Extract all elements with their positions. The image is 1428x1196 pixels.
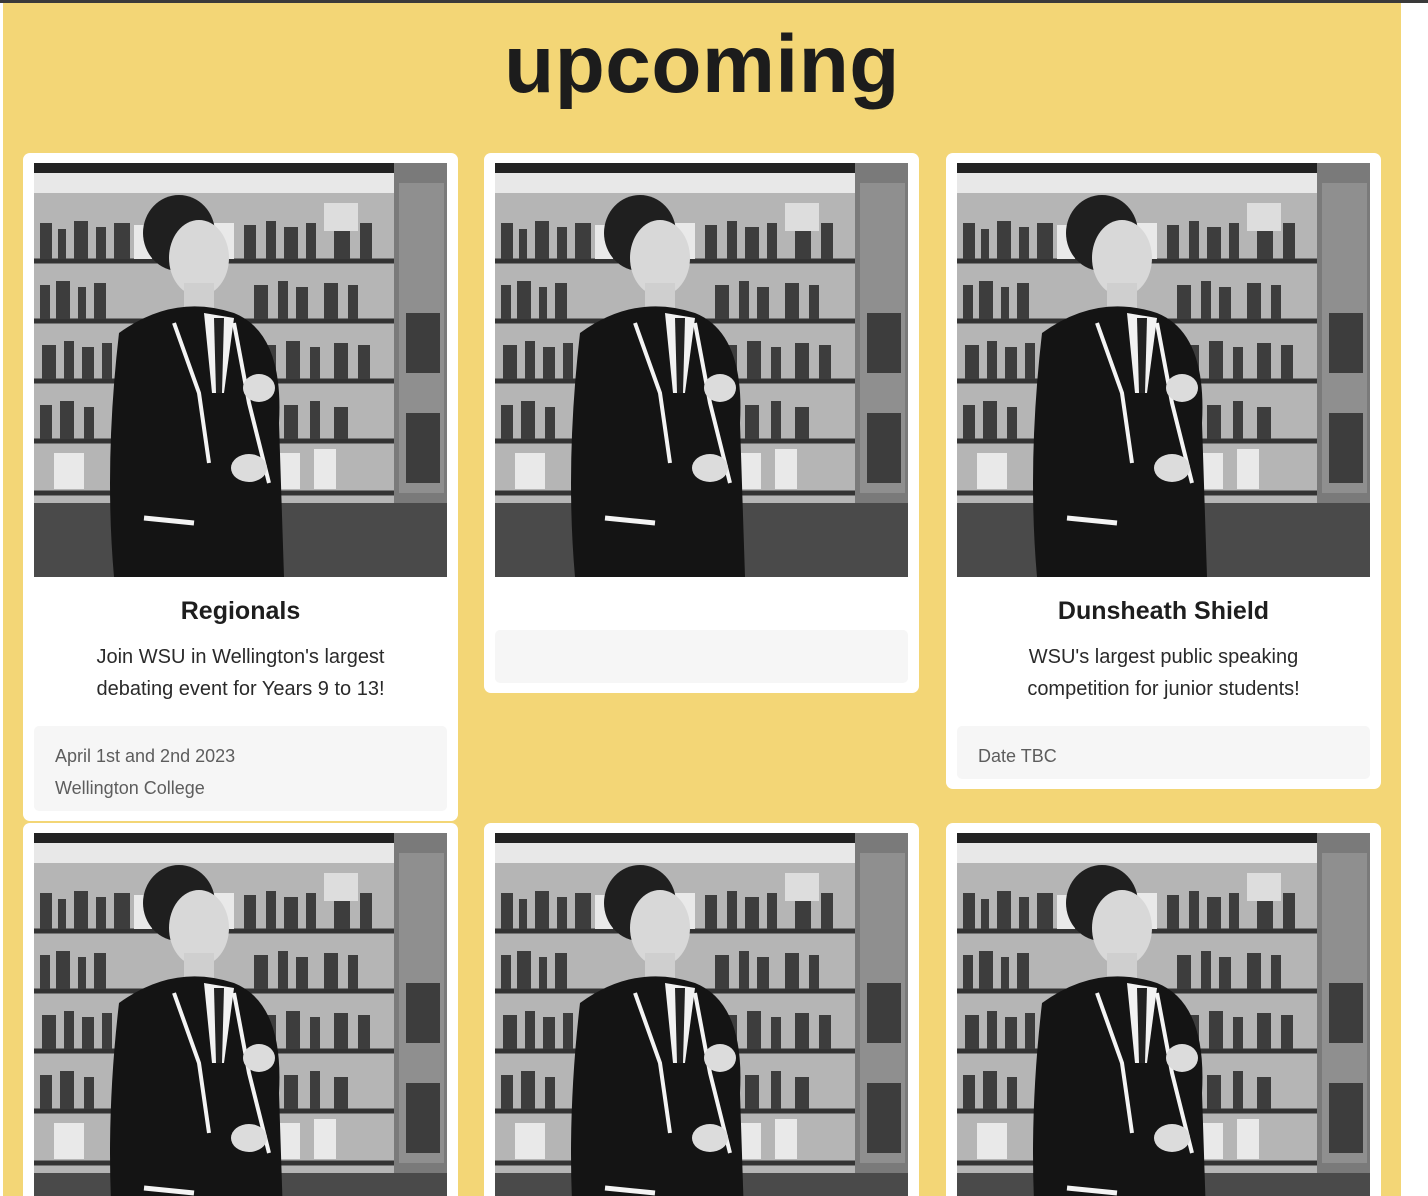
event-card[interactable] (946, 823, 1381, 1196)
event-photo (34, 163, 447, 577)
event-date: Date TBC (978, 746, 1057, 766)
event-date: April 1st and 2nd 2023 (55, 746, 236, 766)
event-card[interactable] (484, 823, 919, 1196)
event-description: WSU's largest public speaking competitio… (1027, 646, 1300, 700)
event-footer: April 1st and 2nd 2023 Wellington Colleg… (34, 726, 447, 811)
event-title: Regionals (180, 597, 301, 625)
event-description: Join WSU in Wellington's largest debatin… (96, 646, 385, 700)
events-section: upcoming Regionals Join WSU in Wellingto… (3, 3, 1401, 1196)
event-card-regionals[interactable]: Regionals Join WSU in Wellington's large… (23, 153, 458, 821)
event-footer (495, 630, 908, 683)
event-card-dunsheath-shield[interactable]: Dunsheath Shield WSU's largest public sp… (946, 153, 1381, 789)
event-card[interactable] (23, 823, 458, 1196)
event-photo (34, 833, 447, 1196)
event-photo (495, 163, 908, 577)
scroll-gutter (1401, 3, 1428, 1196)
event-location: Wellington College (55, 778, 205, 798)
section-heading: upcoming (504, 19, 900, 110)
event-photo (957, 163, 1370, 577)
event-photo (957, 833, 1370, 1196)
event-title: Dunsheath Shield (1057, 597, 1270, 625)
event-card-untitled[interactable] (484, 153, 919, 693)
event-photo (495, 833, 908, 1196)
event-footer: Date TBC (957, 726, 1370, 779)
